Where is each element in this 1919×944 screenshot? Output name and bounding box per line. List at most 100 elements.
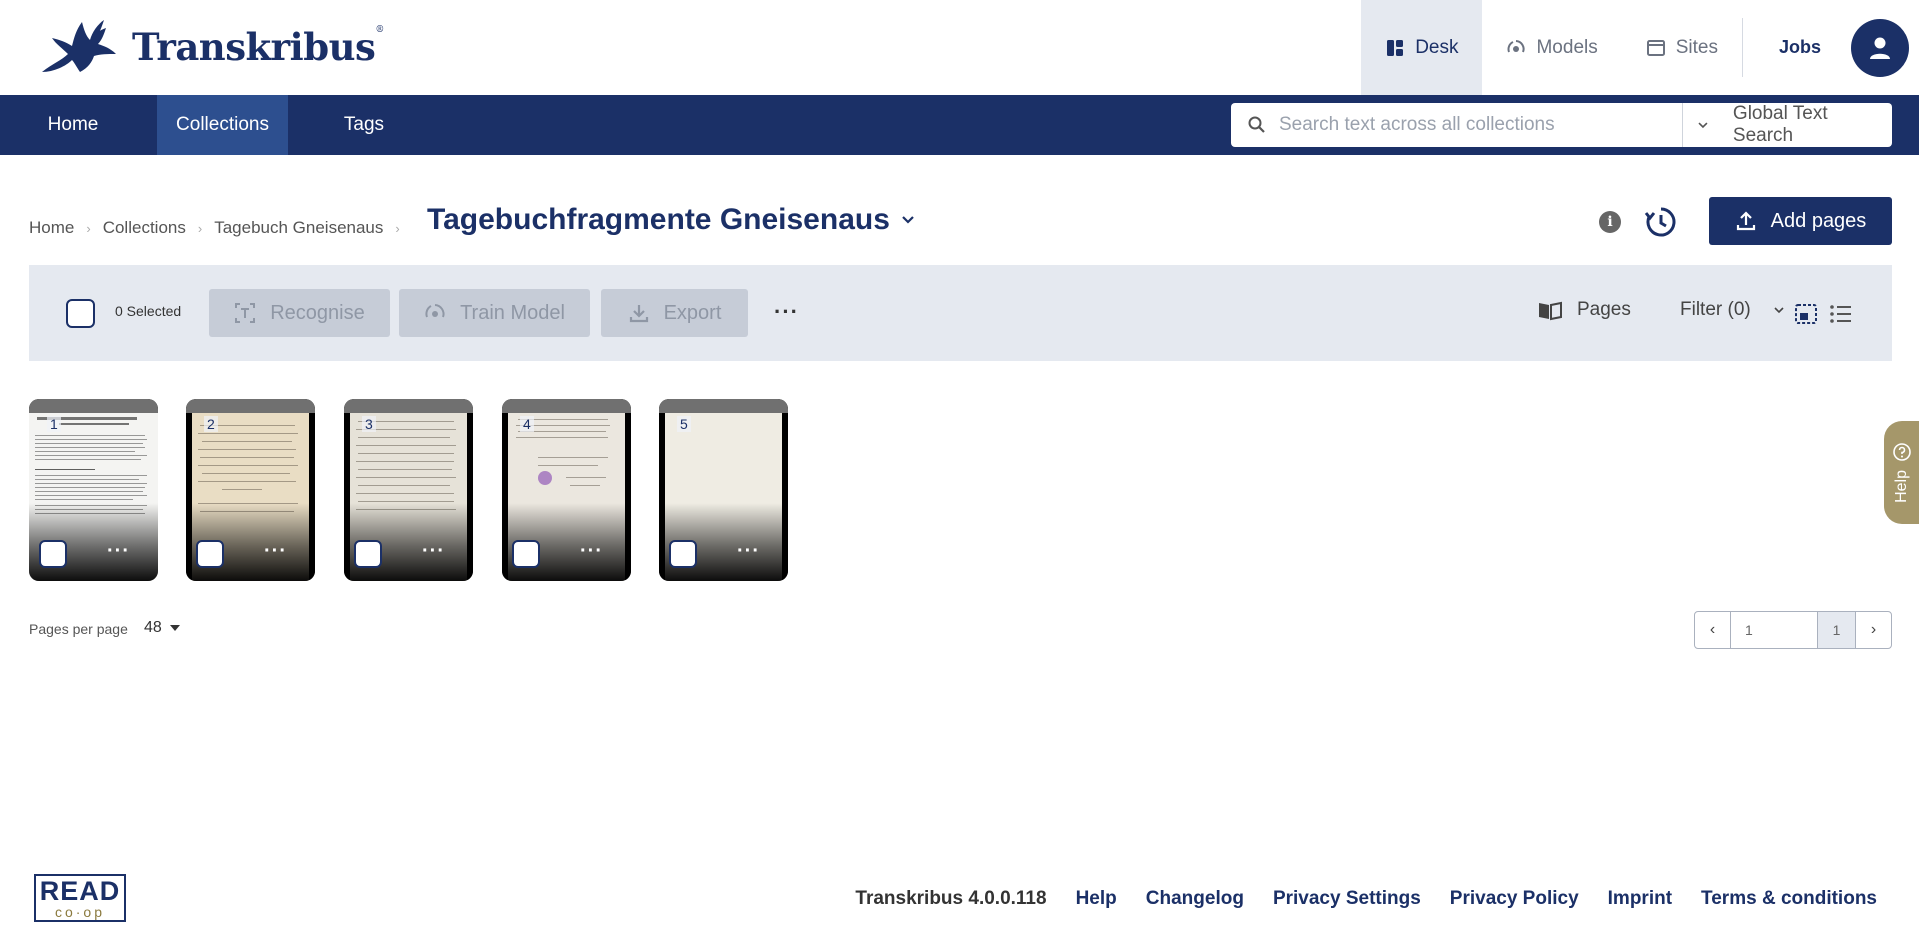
page-thumbnail[interactable]: 2 ··· xyxy=(186,399,315,581)
stamp-icon xyxy=(538,471,552,485)
user-icon xyxy=(1870,37,1890,59)
thumbnail-header xyxy=(502,399,631,413)
page-checkbox[interactable] xyxy=(669,540,697,568)
page-checkbox[interactable] xyxy=(512,540,540,568)
read-coop-logo[interactable]: READ co·op xyxy=(34,874,126,922)
pages-toolbar: 0 Selected Recognise Train Model Export … xyxy=(29,265,1892,361)
page-checkbox[interactable] xyxy=(39,540,67,568)
question-icon xyxy=(1892,443,1911,461)
topnav-models[interactable]: Models xyxy=(1482,0,1621,95)
topnav-desk-label: Desk xyxy=(1415,36,1459,58)
info-icon[interactable]: i xyxy=(1599,211,1621,233)
footer-changelog-link[interactable]: Changelog xyxy=(1146,888,1244,910)
top-header: Transkribus® Desk Models Sites Jobs xyxy=(0,0,1919,95)
page-more-button[interactable]: ··· xyxy=(264,540,287,563)
download-icon xyxy=(629,305,648,323)
global-search xyxy=(1231,103,1691,147)
breadcrumb-collections[interactable]: Collections xyxy=(103,218,186,238)
export-button[interactable]: Export xyxy=(601,289,748,337)
pegasus-logo-icon xyxy=(42,20,116,72)
next-page-button[interactable]: › xyxy=(1855,612,1891,648)
topnav-jobs[interactable]: Jobs xyxy=(1743,0,1851,95)
pagination: ‹ 1 1 › xyxy=(1694,611,1892,649)
footer-privacy-policy-link[interactable]: Privacy Policy xyxy=(1450,888,1579,910)
page-input[interactable]: 1 xyxy=(1731,612,1817,648)
footer-imprint-link[interactable]: Imprint xyxy=(1608,888,1672,910)
page-checkbox[interactable] xyxy=(354,540,382,568)
page-thumbnail[interactable]: 5 ··· xyxy=(659,399,788,581)
page-thumbnail[interactable]: 4 ··· xyxy=(502,399,631,581)
breadcrumb: Home › Collections › Tagebuch Gneisenaus… xyxy=(29,218,412,238)
app-version: Transkribus 4.0.0.118 xyxy=(855,888,1047,909)
chevron-down-icon xyxy=(1698,122,1708,129)
page-thumbnail[interactable]: 1 ··· xyxy=(29,399,158,581)
search-input[interactable] xyxy=(1279,114,1669,136)
page-number: 1 xyxy=(47,416,61,432)
page-number: 4 xyxy=(520,416,534,432)
more-actions-button[interactable]: ··· xyxy=(774,299,799,325)
filter-dropdown[interactable]: Filter (0) xyxy=(1680,299,1785,321)
pages-per-page-label: Pages per page xyxy=(29,621,128,637)
topnav-models-label: Models xyxy=(1536,36,1598,58)
footer-help-link[interactable]: Help xyxy=(1076,888,1117,910)
search-icon xyxy=(1248,116,1265,133)
breadcrumb-separator-icon: › xyxy=(395,220,400,236)
breadcrumb-home[interactable]: Home xyxy=(29,218,74,238)
select-all-checkbox[interactable] xyxy=(66,299,95,328)
topnav-sites-label: Sites xyxy=(1675,36,1718,58)
footer-privacy-settings-link[interactable]: Privacy Settings xyxy=(1273,888,1421,910)
history-icon[interactable] xyxy=(1644,205,1678,239)
list-view-icon[interactable] xyxy=(1829,303,1853,325)
page-title[interactable]: Tagebuchfragmente Gneisenaus xyxy=(427,203,916,237)
pages-label: Pages xyxy=(1577,299,1631,320)
read-coop-logo-top: READ xyxy=(39,875,121,906)
search-scope-label: Global Text Search xyxy=(1732,103,1828,146)
export-label: Export xyxy=(663,301,722,324)
breadcrumb-collection[interactable]: Tagebuch Gneisenaus xyxy=(214,218,383,238)
sites-icon xyxy=(1646,39,1665,56)
read-coop-logo-bottom: co·op xyxy=(54,903,106,920)
help-tab[interactable]: Help xyxy=(1884,421,1919,524)
thumbnail-header xyxy=(344,399,473,413)
search-scope-select[interactable]: Global Text Search xyxy=(1682,103,1892,147)
breadcrumb-separator-icon: › xyxy=(197,220,203,236)
page-checkbox[interactable] xyxy=(196,540,224,568)
train-model-button[interactable]: Train Model xyxy=(399,289,590,337)
selected-count: 0 Selected xyxy=(115,303,182,319)
pages-per-page-select[interactable]: 48 xyxy=(144,619,180,637)
models-icon xyxy=(1508,39,1526,52)
page-more-button[interactable]: ··· xyxy=(737,540,760,563)
page-number: 2 xyxy=(204,416,218,432)
add-pages-button[interactable]: Add pages xyxy=(1709,197,1892,245)
page-more-button[interactable]: ··· xyxy=(580,540,603,563)
page-more-button[interactable]: ··· xyxy=(422,540,445,563)
topnav-sites[interactable]: Sites xyxy=(1622,0,1742,95)
pages-per-page-value: 48 xyxy=(144,619,162,636)
brand-name: Transkribus® xyxy=(132,25,384,69)
page-more-button[interactable]: ··· xyxy=(107,540,130,563)
recognise-button[interactable]: Recognise xyxy=(209,289,390,337)
thumbnail-header xyxy=(659,399,788,413)
footer-links: Transkribus 4.0.0.118 Help Changelog Pri… xyxy=(855,888,1877,910)
page-title-text: Tagebuchfragmente Gneisenaus xyxy=(427,203,890,236)
thumbnail-header xyxy=(29,399,158,413)
grid-view-icon[interactable] xyxy=(1794,303,1818,325)
user-avatar[interactable] xyxy=(1851,18,1909,77)
total-pages: 1 xyxy=(1817,612,1855,648)
nav-tags[interactable]: Tags xyxy=(324,95,404,155)
prev-page-button[interactable]: ‹ xyxy=(1695,612,1731,648)
pages-view-toggle[interactable]: Pages xyxy=(1537,299,1631,321)
main-navbar: Home Collections Tags Global Text Search xyxy=(0,95,1919,155)
footer-terms-link[interactable]: Terms & conditions xyxy=(1701,888,1877,910)
page-thumbnail[interactable]: 3 ··· xyxy=(344,399,473,581)
filter-label: Filter (0) xyxy=(1680,299,1751,320)
help-tab-label: Help xyxy=(1892,470,1910,503)
page-number: 3 xyxy=(362,416,376,432)
nav-collections[interactable]: Collections xyxy=(157,95,288,155)
topnav-desk[interactable]: Desk xyxy=(1361,0,1483,95)
caret-down-icon xyxy=(169,625,180,631)
transkribus-logo[interactable]: Transkribus® xyxy=(32,14,384,80)
text-recognition-icon xyxy=(235,303,256,323)
add-pages-label: Add pages xyxy=(1770,209,1867,232)
nav-home[interactable]: Home xyxy=(29,95,117,155)
